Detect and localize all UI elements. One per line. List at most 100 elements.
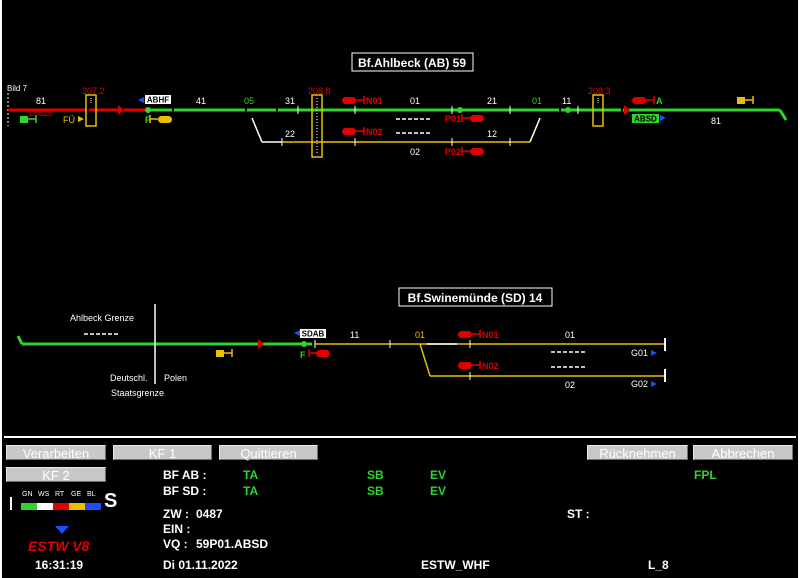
verarbeiten-button[interactable]: Verarbeiten <box>6 445 106 461</box>
signal-label: N02 <box>366 127 383 137</box>
legend-label-gn: GN <box>22 491 33 498</box>
country-label: Deutschl. <box>110 373 148 383</box>
zw-label: ZW : <box>163 507 189 521</box>
station-ab-title: Bf.Ahlbeck (AB) 59 <box>358 56 466 70</box>
signal-f-yellow-icon[interactable] <box>158 116 172 123</box>
blue-arrow-right-icon <box>651 350 657 356</box>
sdab-label: SDAB <box>302 330 325 339</box>
signal-a-icon[interactable] <box>632 97 646 104</box>
track-label: G01 <box>631 348 648 358</box>
fue-arrow-icon <box>78 116 84 122</box>
ab-fpl-status[interactable]: FPL <box>694 468 717 482</box>
signal-label: A <box>656 96 663 106</box>
brand-logo: ESTW V8 <box>28 538 90 554</box>
track-label: G02 <box>631 379 648 389</box>
track-label: 01 <box>410 96 420 106</box>
f-label: F <box>145 115 151 125</box>
track-label: 01 <box>532 96 542 106</box>
fue-label: FÜ <box>63 115 75 125</box>
legend-label-bl: BL <box>87 491 96 498</box>
track-label: 11 <box>562 96 571 106</box>
bf-ab-label: BF AB : <box>163 468 207 482</box>
kf2-button[interactable]: KF 2 <box>6 467 106 483</box>
track-end-ramp <box>778 109 788 121</box>
legend-label-rt: RT <box>55 491 65 498</box>
legend-swatch-red <box>53 503 69 510</box>
st-label: ST : <box>567 507 590 521</box>
point-marker <box>457 107 463 113</box>
legend-swatch-green <box>21 503 37 510</box>
legend-swatch-yellow <box>69 503 85 510</box>
track-layout-diagram: Bf.Ahlbeck (AB) 59 Bild 7 ABHF ABSD 81 1… <box>4 52 796 438</box>
legend-label-ge: GE <box>71 491 82 498</box>
blue-arrow-right-icon <box>651 381 657 387</box>
point-marker <box>145 107 151 113</box>
track-label: 01 <box>415 330 425 340</box>
signal-n02-icon[interactable] <box>458 362 472 369</box>
abhf-label: ABHF <box>147 96 169 105</box>
vq-label: VQ : <box>163 537 188 551</box>
signal-label: P01 <box>445 114 461 124</box>
absd-label: ABSD <box>634 115 657 124</box>
ein-label: EIN : <box>163 522 191 536</box>
km-label: 18825 <box>28 108 53 118</box>
f-label: F <box>300 350 306 360</box>
point-marker <box>565 107 571 113</box>
station-sd-title: Bf.Swinemünde (SD) 14 <box>408 291 543 305</box>
sd-ta-status[interactable]: TA <box>243 484 258 498</box>
zw-value: 0487 <box>196 507 223 521</box>
sd-ev-status[interactable]: EV <box>430 484 446 498</box>
legend-bar-marker <box>10 497 12 510</box>
track-label: 81 <box>711 116 721 126</box>
legend-swatch-white <box>37 503 53 510</box>
signal-label: P02 <box>445 147 461 157</box>
signal-f-red-icon[interactable] <box>316 350 330 357</box>
track-label: 41 <box>196 96 206 106</box>
date-display: Di 01.11.2022 <box>163 558 238 572</box>
ruecknehmen-button[interactable]: Rücknehmen <box>587 445 688 461</box>
legend-swatch-blue <box>85 503 101 510</box>
track-label: 21 <box>487 96 497 106</box>
signal-n01-icon[interactable] <box>342 97 356 104</box>
signal-label: N02 <box>482 361 499 371</box>
point-marker <box>301 341 307 347</box>
crossing-label: 208.3 <box>588 86 611 96</box>
triangle-down-icon <box>55 526 69 534</box>
track-label: 22 <box>285 129 295 139</box>
track-label: 02 <box>565 380 575 390</box>
abbrechen-button[interactable]: Abbrechen <box>693 445 793 461</box>
s-letter: S <box>104 490 118 512</box>
system-name: ESTW_WHF <box>421 558 490 572</box>
signal-p01-icon[interactable] <box>470 115 484 122</box>
signal-label: N01 <box>482 330 499 340</box>
track-label: 02 <box>410 147 420 157</box>
border-label: Ahlbeck Grenze <box>70 313 134 323</box>
clock-time: 16:31:19 <box>35 558 84 572</box>
vq-value: 59P01.ABSD <box>196 537 269 551</box>
track-label: 12 <box>487 129 497 139</box>
quittieren-button[interactable]: Quittieren <box>219 445 318 461</box>
bf-sd-label: BF SD : <box>163 484 207 498</box>
signal-arrow-red-icon[interactable] <box>258 339 264 349</box>
signal-green-icon[interactable] <box>20 116 28 123</box>
signal-yellow-icon[interactable] <box>737 97 745 104</box>
signal-yellow-icon[interactable] <box>216 350 224 357</box>
blue-arrow-right-icon <box>660 115 666 121</box>
signal-n01-icon[interactable] <box>458 331 472 338</box>
blue-arrow-left-icon <box>294 330 300 336</box>
signal-p02-icon[interactable] <box>470 148 484 155</box>
level-indicator: L_8 <box>648 558 669 572</box>
ab-ev-status[interactable]: EV <box>430 468 446 482</box>
signal-n02-icon[interactable] <box>342 128 356 135</box>
kf1-button[interactable]: KF 1 <box>113 445 212 461</box>
ab-sb-status[interactable]: SB <box>367 468 384 482</box>
track-label: 11 <box>350 330 359 340</box>
legend-label-ws: WS <box>38 491 50 498</box>
signal-arrow-red-icon[interactable] <box>624 105 630 115</box>
sd-sb-status[interactable]: SB <box>367 484 384 498</box>
signal-label: N01 <box>366 96 383 106</box>
signal-arrow-red-icon[interactable] <box>118 105 124 115</box>
country-label: Polen <box>164 373 187 383</box>
blue-arrow-left-icon <box>138 97 144 103</box>
ab-ta-status[interactable]: TA <box>243 468 258 482</box>
